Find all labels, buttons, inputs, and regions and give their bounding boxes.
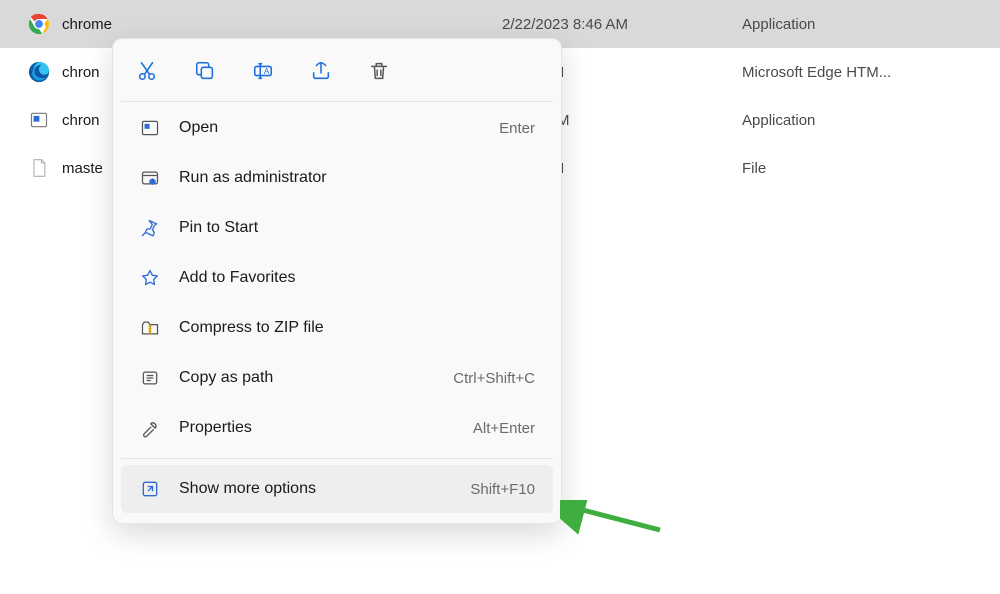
separator <box>121 101 553 102</box>
file-type: Application <box>742 112 815 129</box>
delete-icon[interactable] <box>367 59 391 83</box>
chrome-icon <box>28 13 50 35</box>
context-menu: A Open Enter <box>112 38 562 524</box>
rename-icon[interactable]: A <box>251 59 275 83</box>
show-more-icon <box>139 478 161 500</box>
menu-accelerator: Alt+Enter <box>473 420 535 437</box>
file-icon <box>28 157 50 179</box>
menu-accelerator: Ctrl+Shift+C <box>453 370 535 387</box>
edge-icon <box>28 61 50 83</box>
star-icon <box>139 267 161 289</box>
menu-label: Run as administrator <box>179 169 535 187</box>
context-toolbar: A <box>113 39 561 101</box>
separator <box>121 458 553 459</box>
application-icon <box>28 109 50 131</box>
menu-label: Copy as path <box>179 369 453 387</box>
cut-icon[interactable] <box>135 59 159 83</box>
menu-accelerator: Shift+F10 <box>470 481 535 498</box>
file-type: Microsoft Edge HTM... <box>742 64 891 81</box>
copy-icon[interactable] <box>193 59 217 83</box>
menu-label: Properties <box>179 419 473 437</box>
pin-icon <box>139 217 161 239</box>
annotation-arrow <box>560 500 670 544</box>
menu-copy-as-path[interactable]: Copy as path Ctrl+Shift+C <box>121 354 553 402</box>
menu-label: Open <box>179 119 499 137</box>
file-date: 2/22/2023 8:46 AM <box>502 16 742 33</box>
file-type: File <box>742 160 766 177</box>
menu-label: Show more options <box>179 480 470 498</box>
menu-accelerator: Enter <box>499 120 535 137</box>
menu-label: Compress to ZIP file <box>179 319 535 337</box>
menu-open[interactable]: Open Enter <box>121 104 553 152</box>
menu-add-to-favorites[interactable]: Add to Favorites <box>121 254 553 302</box>
menu-label: Pin to Start <box>179 219 535 237</box>
admin-icon <box>139 167 161 189</box>
open-icon <box>139 117 161 139</box>
menu-compress-to-zip[interactable]: Compress to ZIP file <box>121 304 553 352</box>
menu-run-as-administrator[interactable]: Run as administrator <box>121 154 553 202</box>
svg-text:A: A <box>264 67 270 76</box>
menu-pin-to-start[interactable]: Pin to Start <box>121 204 553 252</box>
copy-path-icon <box>139 367 161 389</box>
zip-icon <box>139 317 161 339</box>
wrench-icon <box>139 417 161 439</box>
menu-label: Add to Favorites <box>179 269 535 287</box>
share-icon[interactable] <box>309 59 333 83</box>
file-name: chrome <box>62 16 502 33</box>
menu-properties[interactable]: Properties Alt+Enter <box>121 404 553 452</box>
file-type: Application <box>742 16 815 33</box>
menu-show-more-options[interactable]: Show more options Shift+F10 <box>121 465 553 513</box>
